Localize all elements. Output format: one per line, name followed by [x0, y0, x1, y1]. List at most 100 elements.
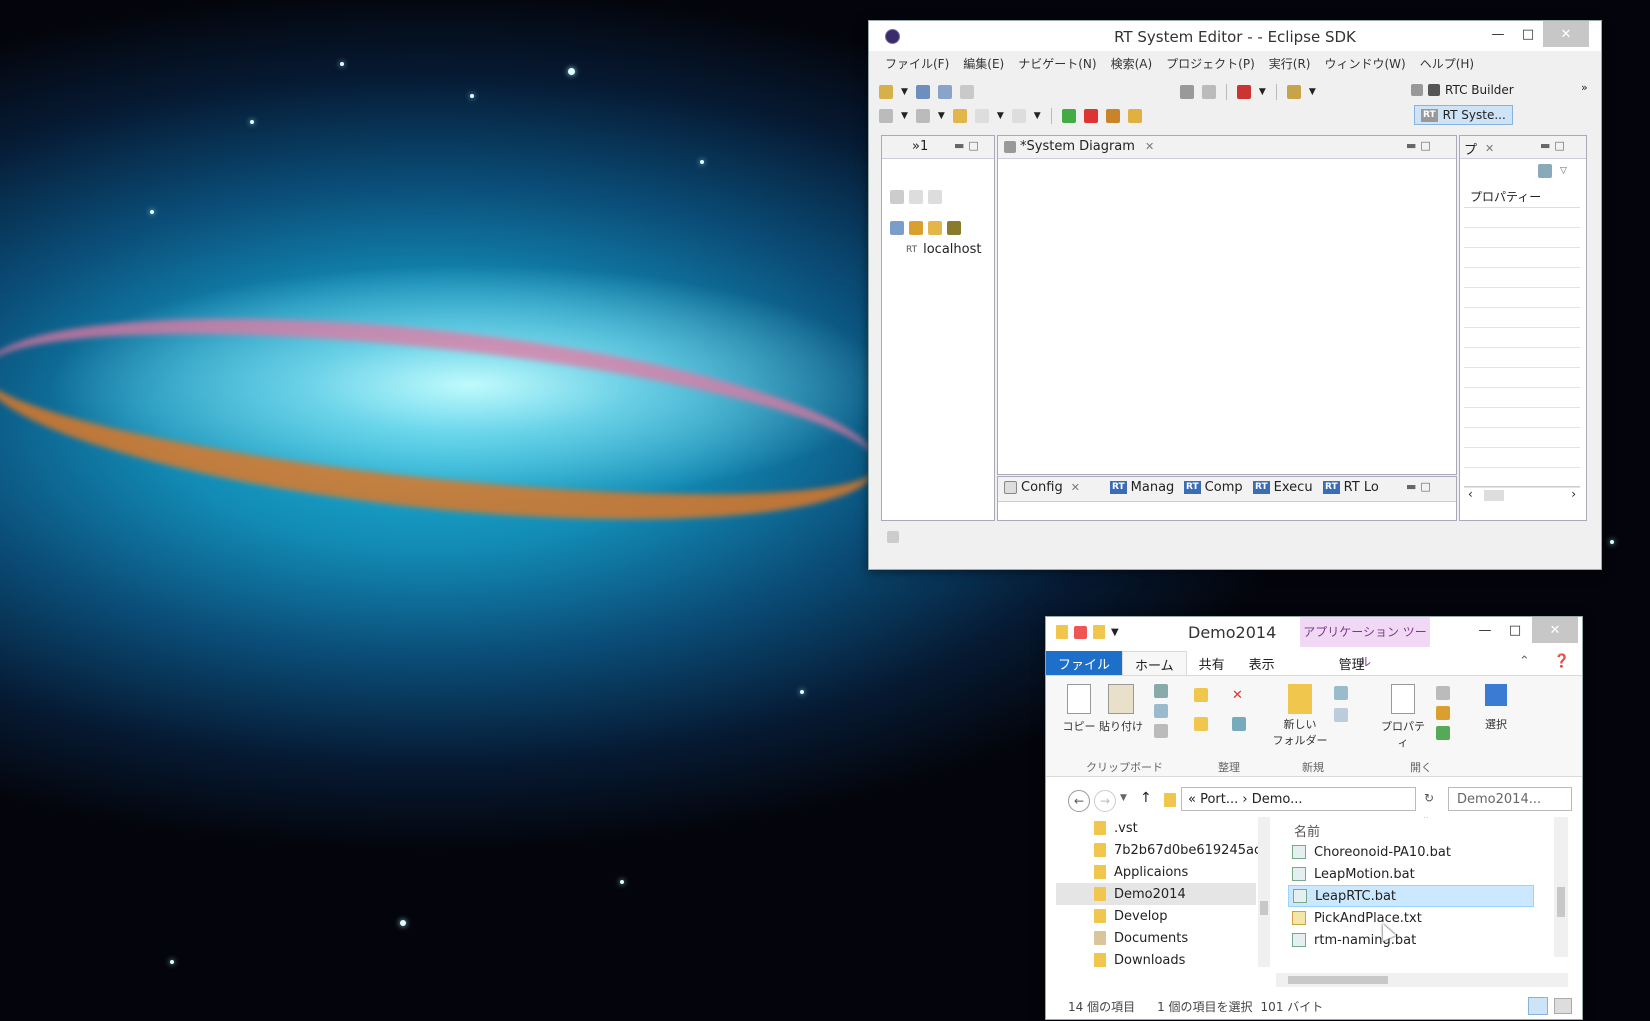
menu-edit[interactable]: 編集(E) — [963, 55, 1004, 72]
menu-help[interactable]: ヘルプ(H) — [1420, 55, 1474, 72]
properties-minmax-controls[interactable]: ▬□ — [1540, 139, 1569, 152]
deactivate-icon[interactable] — [1083, 109, 1098, 123]
history-icon[interactable] — [1436, 726, 1450, 740]
file-list-v-scrollbar[interactable] — [1554, 817, 1568, 957]
edit-icon[interactable] — [1436, 706, 1450, 720]
tree-item-selected[interactable]: Demo2014 — [1056, 883, 1256, 905]
fast-view-icon[interactable] — [887, 531, 899, 547]
up-button[interactable]: ↑ — [1140, 790, 1152, 806]
file-item[interactable]: rtm-naming.bat — [1292, 929, 1416, 951]
connect-icon[interactable] — [947, 221, 961, 235]
cut-icon[interactable] — [1154, 684, 1168, 698]
tab-config[interactable]: Config ✕ — [1004, 480, 1080, 495]
chevron-down-icon[interactable]: ▼ — [1111, 627, 1119, 638]
search-icon[interactable] — [1236, 85, 1251, 99]
tree-v-scrollbar[interactable] — [1258, 817, 1270, 967]
chevron-down-icon[interactable]: ▼ — [997, 111, 1004, 121]
perspective-overflow[interactable]: » — [1581, 81, 1588, 94]
open-icon[interactable] — [1436, 686, 1450, 700]
chevron-down-icon[interactable]: ▼ — [901, 111, 908, 121]
move-to-icon[interactable] — [1194, 688, 1208, 702]
file-item[interactable]: Choreonoid-PA10.bat — [1292, 841, 1451, 863]
add-icon[interactable] — [909, 221, 923, 235]
eclipse-window[interactable]: RT System Editor - - Eclipse SDK — □ ✕ フ… — [868, 20, 1602, 570]
forward-icon[interactable] — [928, 190, 942, 204]
forward-icon[interactable] — [1011, 109, 1026, 123]
copy-button[interactable]: コピー — [1062, 684, 1096, 734]
tree-item[interactable]: Applicaions — [1094, 861, 1188, 883]
chevron-down-icon[interactable]: ▼ — [1309, 87, 1316, 97]
edit-icon[interactable] — [890, 221, 904, 235]
tab-share[interactable]: 共有 — [1187, 651, 1237, 675]
perspective-rt-system[interactable]: RT RT Syste... — [1414, 105, 1513, 125]
menu-file[interactable]: ファイル(F) — [885, 55, 949, 72]
tree-item[interactable]: Downloads — [1094, 949, 1185, 971]
annotation-icon[interactable] — [879, 109, 893, 123]
menu-project[interactable]: プロジェクト(P) — [1166, 55, 1255, 72]
eclipse-titlebar[interactable]: RT System Editor - - Eclipse SDK — □ ✕ — [869, 21, 1601, 51]
file-list-h-scrollbar[interactable] — [1276, 973, 1568, 987]
new-icon[interactable] — [879, 85, 893, 99]
view-tab-overflow[interactable]: »1 — [912, 139, 928, 154]
refresh-icon[interactable] — [928, 221, 942, 235]
back-button[interactable]: ← — [1068, 790, 1090, 812]
online-editor-icon[interactable] — [1179, 85, 1194, 99]
maximize-button[interactable]: □ — [1500, 617, 1530, 643]
tab-execution[interactable]: RT Execu — [1253, 480, 1313, 495]
column-header-name[interactable]: 名前 — [1294, 821, 1320, 840]
minimize-button[interactable]: — — [1470, 617, 1500, 643]
explorer-window[interactable]: ▼ Demo2014 アプリケーション ツール — □ ✕ ファイル ホーム 共… — [1045, 616, 1583, 1020]
stop-icon[interactable] — [1127, 109, 1142, 123]
properties-h-scrollbar[interactable]: ‹ › — [1464, 486, 1580, 505]
address-input[interactable]: « Port... › Demo... — [1181, 787, 1416, 811]
tab-home[interactable]: ホーム — [1122, 651, 1187, 675]
easy-access-icon[interactable] — [1334, 708, 1348, 722]
tab-manage[interactable]: 管理 — [1327, 651, 1377, 675]
refresh-icon[interactable]: ↻ — [1424, 791, 1434, 805]
close-icon[interactable]: ✕ — [1071, 481, 1080, 494]
last-edit-icon[interactable] — [915, 109, 930, 123]
copy-path-icon[interactable] — [1154, 704, 1168, 718]
view-minmax-controls[interactable]: ▬□ — [954, 139, 983, 152]
tree-item-localhost[interactable]: RT localhost — [906, 242, 981, 257]
back-history-icon[interactable] — [952, 109, 967, 123]
tree-item[interactable]: Documents — [1094, 927, 1188, 949]
scroll-right-icon[interactable]: › — [1571, 487, 1576, 501]
menu-run[interactable]: 実行(R) — [1269, 55, 1311, 72]
large-icons-view-icon[interactable] — [1554, 998, 1572, 1014]
editor-minmax-controls[interactable]: ▬□ — [1406, 139, 1435, 152]
activate-icon[interactable] — [1061, 109, 1076, 123]
start-icon[interactable] — [1105, 109, 1120, 123]
save-icon[interactable] — [915, 85, 930, 99]
tree-item[interactable]: 7b2b67d0be619245ac — [1094, 839, 1261, 861]
tab-component[interactable]: RT Comp — [1184, 480, 1243, 495]
chevron-down-icon[interactable]: ▼ — [1259, 87, 1266, 97]
recent-locations-icon[interactable]: ▼ — [1120, 793, 1127, 803]
menu-window[interactable]: ウィンドウ(W) — [1324, 55, 1405, 72]
tab-manager[interactable]: RT Manag — [1110, 480, 1174, 495]
delete-icon[interactable]: ✕ — [1232, 688, 1264, 703]
search-input[interactable]: Demo2014... — [1448, 787, 1572, 811]
open-perspective-icon[interactable] — [1411, 84, 1423, 96]
file-item-selected[interactable]: LeapRTC.bat — [1288, 885, 1534, 907]
rename-icon[interactable] — [1232, 717, 1246, 731]
properties-quick-icon[interactable] — [1074, 625, 1087, 639]
back-icon[interactable] — [909, 190, 923, 204]
bottom-minmax-controls[interactable]: ▬□ — [1406, 480, 1435, 493]
print-icon[interactable] — [959, 85, 974, 99]
close-icon[interactable]: ✕ — [1485, 142, 1494, 155]
close-button[interactable]: ✕ — [1532, 617, 1578, 643]
pin-view-icon[interactable] — [1538, 164, 1552, 178]
tree-item[interactable]: Develop — [1094, 905, 1168, 927]
ribbon-collapse-icon[interactable]: ⌃ — [1507, 651, 1542, 675]
copy-to-icon[interactable] — [1194, 717, 1208, 731]
scroll-left-icon[interactable]: ‹ — [1468, 487, 1473, 501]
minimize-button[interactable]: — — [1483, 21, 1513, 47]
home-icon[interactable] — [890, 190, 904, 204]
close-button[interactable]: ✕ — [1543, 21, 1589, 47]
tree-item[interactable]: .vst — [1094, 817, 1138, 839]
close-icon[interactable]: ✕ — [1145, 140, 1154, 153]
chevron-down-icon[interactable]: ▼ — [938, 111, 945, 121]
chevron-down-icon[interactable]: ▼ — [1034, 111, 1041, 121]
chevron-down-icon[interactable]: ▼ — [901, 87, 908, 97]
